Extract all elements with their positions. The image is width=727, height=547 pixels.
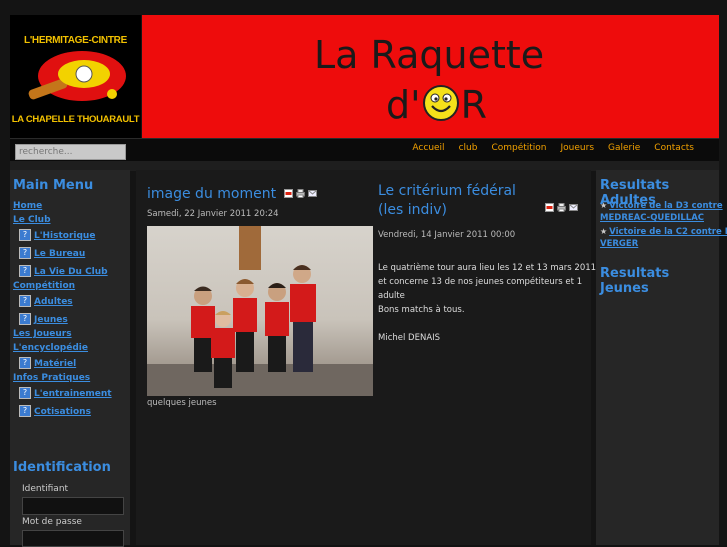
result-item-2-line2[interactable]: VERGER xyxy=(600,238,718,250)
username-field[interactable] xyxy=(22,497,124,515)
email-icon[interactable] xyxy=(569,203,578,212)
article2-signature: Michel DENAIS xyxy=(378,333,441,343)
site-banner: La Raquette d' R xyxy=(142,15,719,138)
result-item-2-line1[interactable]: Victoire de la C2 contre LE xyxy=(609,226,727,238)
main-menu-title: Main Menu xyxy=(13,178,94,193)
menu-item-home[interactable]: Home xyxy=(13,201,128,211)
password-label: Mot de passe xyxy=(22,517,82,527)
logo-bottom-text: LA CHAPELLE THOUARAULT xyxy=(11,114,140,125)
help-icon: ? xyxy=(19,313,31,325)
menu-item-adultes[interactable]: Adultes xyxy=(34,297,73,307)
banner-title-prefix: d' xyxy=(386,83,421,127)
help-icon: ? xyxy=(19,387,31,399)
login-title: Identification xyxy=(13,460,111,475)
help-icon: ? xyxy=(19,265,31,277)
top-navbar: recherche... Accueil club Compétition Jo… xyxy=(10,138,719,171)
article2-title-line2[interactable]: (les indiv) xyxy=(378,202,516,218)
nav-item-contacts[interactable]: Contacts xyxy=(647,143,701,153)
menu-item-jeunes[interactable]: Jeunes xyxy=(34,315,68,325)
star-bullet-icon: ★ xyxy=(600,201,608,210)
menu-item-le-club[interactable]: Le Club xyxy=(13,215,128,225)
nav-item-club[interactable]: club xyxy=(452,143,485,153)
smiley-icon xyxy=(422,84,460,131)
nav-item-accueil[interactable]: Accueil xyxy=(405,143,451,153)
banner-title-suffix: R xyxy=(460,83,487,127)
article2-date: Vendredi, 14 Janvier 2011 00:00 xyxy=(378,230,516,240)
menu-item-competition[interactable]: Compétition xyxy=(13,281,128,291)
team-photo[interactable] xyxy=(147,226,373,396)
article2-text-line2: et concerne 13 de nos jeunes compétiteur… xyxy=(378,277,583,287)
nav-item-galerie[interactable]: Galerie xyxy=(601,143,647,153)
help-icon: ? xyxy=(19,229,31,241)
email-icon[interactable] xyxy=(308,189,318,198)
photo-caption: quelques jeunes xyxy=(147,398,217,408)
search-input[interactable]: recherche... xyxy=(15,144,126,160)
help-icon: ? xyxy=(19,405,31,417)
left-sidebar: Main Menu Home Le Club ? L'Historique ? Le… xyxy=(10,170,130,547)
logo-top-text: L'HERMITAGE-CINTRE xyxy=(24,35,127,46)
article1-title[interactable]: image du moment xyxy=(147,186,276,202)
article2-title-line1[interactable]: Le critérium fédéral xyxy=(378,183,516,199)
main-content: image du moment Samedi, 22 Janvier 2011 … xyxy=(136,170,597,545)
racket-icon xyxy=(28,51,126,101)
article2-text-line3: adulte xyxy=(378,291,405,301)
result-item-1-line1[interactable]: Victoire de la D3 contre xyxy=(609,200,722,212)
menu-item-vie-du-club[interactable]: La Vie Du Club xyxy=(34,267,108,277)
print-icon[interactable] xyxy=(296,189,306,198)
nav-item-competition[interactable]: Compétition xyxy=(484,143,553,153)
help-icon: ? xyxy=(19,247,31,259)
result-item-1[interactable]: Victoire de la D3 contre xyxy=(609,200,722,212)
main-nav: Accueil club Compétition Joueurs Galerie… xyxy=(405,143,701,153)
menu-item-bureau[interactable]: Le Bureau xyxy=(34,249,85,259)
article1-date: Samedi, 22 Janvier 2011 20:24 xyxy=(147,209,279,219)
results-jeunes-title: Resultats Jeunes xyxy=(600,266,670,296)
menu-item-historique[interactable]: L'Historique xyxy=(34,231,95,241)
star-bullet-icon: ★ xyxy=(600,227,608,236)
menu-item-entrainement[interactable]: L'entrainement xyxy=(34,389,112,399)
help-icon: ? xyxy=(19,295,31,307)
result-item-1-line2[interactable]: MEDREAC-QUEDILLAC xyxy=(600,212,718,224)
article2-text-line4: Bons matchs à tous. xyxy=(378,305,465,315)
help-icon: ? xyxy=(19,357,31,369)
pdf-icon[interactable] xyxy=(545,203,554,212)
password-field[interactable] xyxy=(22,530,124,547)
menu-item-joueurs[interactable]: Les Joueurs xyxy=(13,329,128,339)
banner-title-line1: La Raquette xyxy=(314,33,545,77)
menu-item-cotisations[interactable]: Cotisations xyxy=(34,407,91,417)
article2-text-line1: Le quatrième tour aura lieu les 12 et 13… xyxy=(378,263,597,273)
site-logo[interactable]: L'HERMITAGE-CINTRE LA CHAPELLE THOUARAUL… xyxy=(10,15,141,138)
menu-item-encyclopedie[interactable]: L'encyclopédie xyxy=(13,343,128,353)
right-sidebar: Resultats Adultes ★ Victoire de la D3 co… xyxy=(596,170,727,545)
pdf-icon[interactable] xyxy=(284,189,294,198)
menu-item-infos-pratiques[interactable]: Infos Pratiques xyxy=(13,373,128,383)
menu-item-materiel[interactable]: Matériel xyxy=(34,359,76,369)
banner-title-line2: d' R xyxy=(386,83,487,131)
print-icon[interactable] xyxy=(557,203,566,212)
username-label: Identifiant xyxy=(22,484,69,494)
nav-item-joueurs[interactable]: Joueurs xyxy=(554,143,602,153)
